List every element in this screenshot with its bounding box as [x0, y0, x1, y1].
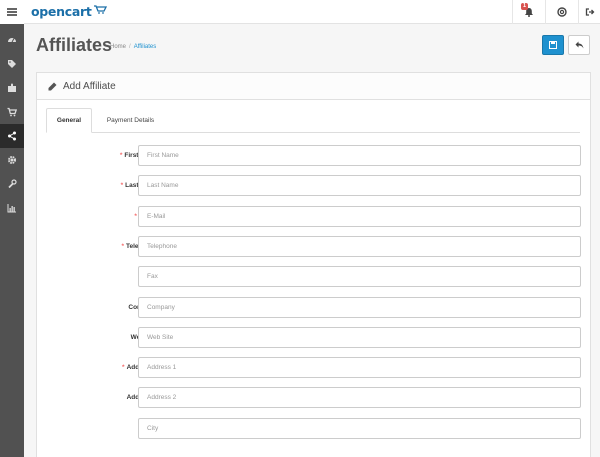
top-header: opencart 1 — [0, 0, 600, 24]
form-row-web-site: Web Site — [37, 326, 592, 348]
logo-text: opencart — [31, 3, 92, 19]
sidebar — [0, 24, 24, 457]
opencart-logo[interactable]: opencart — [31, 2, 107, 20]
notifications-button[interactable]: 1 — [512, 0, 545, 24]
telephone-input[interactable] — [138, 235, 581, 257]
breadcrumb: Home / Affiliates — [110, 44, 156, 50]
reply-icon — [575, 41, 583, 49]
wrench-icon — [8, 179, 17, 189]
tags-icon — [8, 60, 16, 68]
help-button[interactable] — [545, 0, 578, 24]
form-row-address-1: * Address 1 — [37, 357, 592, 379]
required-marker: * — [119, 152, 123, 159]
e-mail-input[interactable] — [138, 205, 581, 227]
bar-chart-icon — [7, 204, 16, 213]
web-site-input[interactable] — [138, 326, 581, 348]
first-name-input[interactable] — [138, 145, 581, 166]
puzzle-icon — [8, 83, 16, 92]
add-affiliate-panel: Add Affiliate General Payment Details * F… — [36, 72, 591, 457]
life-ring-icon — [557, 7, 567, 17]
sidebar-item-extensions[interactable] — [0, 76, 24, 100]
address-1-input[interactable] — [138, 357, 581, 379]
logout-button[interactable] — [578, 0, 600, 24]
form-row-e-mail: * E-Mail — [37, 205, 592, 227]
dashboard-icon — [8, 38, 16, 43]
sidebar-item-dashboard[interactable] — [0, 28, 24, 52]
required-marker: * — [134, 212, 137, 220]
form-row-first-name: *First Name — [37, 145, 592, 166]
sidebar-item-marketing[interactable] — [0, 124, 24, 148]
pencil-icon — [48, 82, 57, 90]
cog-icon — [8, 156, 16, 164]
notification-badge: 1 — [521, 3, 529, 10]
required-marker: * — [122, 364, 125, 372]
logout-icon — [585, 8, 594, 16]
share-icon — [8, 131, 16, 141]
hamburger-icon — [7, 8, 17, 16]
form-row-company: Company — [37, 296, 592, 318]
form-tabs: General Payment Details — [46, 108, 580, 133]
save-button[interactable] — [542, 35, 564, 55]
form-row-last-name: *Last Name — [37, 175, 592, 197]
back-button[interactable] — [568, 35, 590, 55]
tab-payment-details[interactable]: Payment Details — [92, 108, 169, 133]
sidebar-item-system[interactable] — [0, 148, 24, 172]
panel-heading: Add Affiliate — [37, 73, 590, 100]
sidebar-item-sales[interactable] — [0, 100, 24, 124]
city-input[interactable] — [138, 417, 581, 439]
form-row-address-2: Address 2 — [37, 387, 592, 409]
company-input[interactable] — [138, 296, 581, 318]
form-row-telephone: * Telephone — [37, 235, 592, 257]
tab-general[interactable]: General — [46, 108, 92, 133]
sidebar-item-tools[interactable] — [0, 172, 24, 196]
breadcrumb-current[interactable]: Affiliates — [134, 44, 157, 50]
required-marker: * — [120, 182, 124, 190]
menu-toggle-button[interactable] — [0, 0, 24, 24]
sidebar-item-reports[interactable] — [0, 196, 24, 220]
fax-input[interactable] — [138, 266, 581, 288]
form-row-fax: Fax — [37, 266, 592, 288]
required-marker: * — [121, 242, 124, 250]
sidebar-item-catalog[interactable] — [0, 52, 24, 76]
breadcrumb-home[interactable]: Home — [110, 44, 126, 50]
main-content: Affiliates Home / Affiliates Add Affiliate… — [24, 24, 600, 457]
page-title: Affiliates — [36, 35, 113, 55]
last-name-input[interactable] — [138, 175, 581, 197]
address-2-input[interactable] — [138, 387, 581, 409]
cart-logo-icon — [93, 5, 107, 14]
form-row-city: *City — [37, 417, 592, 439]
panel-title: Add Affiliate — [63, 80, 116, 92]
cart-icon — [7, 107, 17, 117]
breadcrumb-separator: / — [129, 44, 131, 50]
save-icon — [549, 41, 557, 49]
